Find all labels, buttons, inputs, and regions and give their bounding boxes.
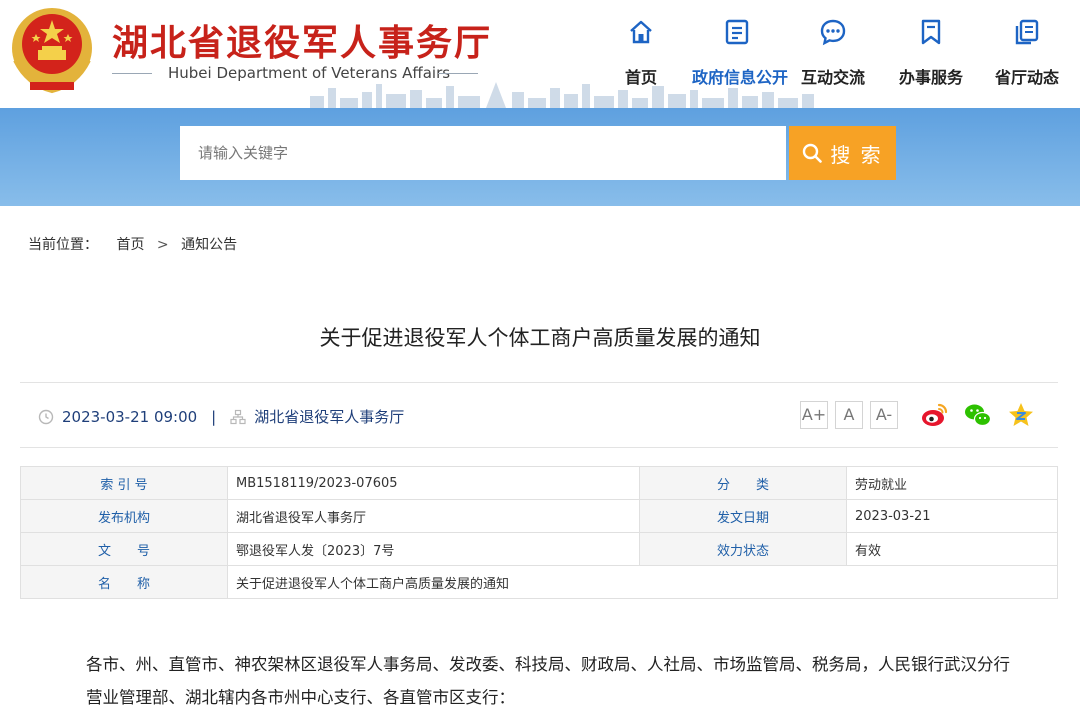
article-title: 关于促进退役军人个体工商户高质量发展的通知 [319,326,761,350]
font-size-default-button[interactable]: A [835,401,863,429]
search-button[interactable]: 搜 索 [789,126,896,180]
favorite-star-icon[interactable] [1006,400,1036,430]
search-band: 搜 索 [0,108,1080,206]
nav-label: 政府信息公开 [692,68,789,87]
breadcrumb-current-link[interactable]: 通知公告 [181,237,237,253]
info-key: 发布机构 [20,499,228,533]
site-header: 湖北省退役军人事务厅 Hubei Department of Veterans … [0,0,1080,108]
search-icon [803,143,823,163]
home-icon [630,20,652,44]
nav-label: 互动交流 [800,68,865,87]
info-value: 关于促进退役军人个体工商户高质量发展的通知 [227,565,1058,599]
org-chart-icon [230,409,246,424]
font-size-increase-button[interactable]: A+ [800,401,828,429]
weibo-icon[interactable] [920,400,950,430]
breadcrumb-home-link[interactable]: 首页 [116,237,144,253]
info-key: 名 称 [20,565,228,599]
nav-label: 办事服务 [898,68,963,87]
info-value: 鄂退役军人发〔2023〕7号 [227,532,640,566]
breadcrumb-separator: > [156,237,169,253]
search-input[interactable] [180,126,786,180]
article-meta-bar: 2023-03-21 09:00 | 湖北省退役军人事务厅 A+ A A- [20,382,1058,448]
info-value: MB1518119/2023-07605 [227,466,640,500]
info-value: 劳动就业 [846,466,1058,500]
breadcrumb-prefix: 当前位置： [28,237,98,253]
nav-label: 首页 [624,68,657,87]
font-size-decrease-button[interactable]: A- [870,401,898,429]
publish-datetime: 2023-03-21 09:00 [62,407,198,426]
table-row: 索 引 号 MB1518119/2023-07605 分 类 劳动就业 [20,466,1058,500]
table-row: 名 称 关于促进退役军人个体工商户高质量发展的通知 [20,565,1058,599]
article-meta: 2023-03-21 09:00 | 湖北省退役军人事务厅 [38,406,404,427]
info-value: 2023-03-21 [846,499,1058,533]
info-key: 分 类 [639,466,847,500]
nav-item-services[interactable]: 办事服务 [886,14,976,90]
article-content: 当前位置： 首页 > 通知公告 关于促进退役军人个体工商户高质量发展的通知 20… [2,206,1078,726]
search-button-label: 搜 索 [830,142,883,167]
chat-bubble-icon [820,19,846,46]
nav-item-home[interactable]: 首页 [596,14,686,90]
nav-item-gov-info[interactable]: 政府信息公开 [692,14,789,90]
nav-label: 省厅动态 [994,68,1059,87]
info-value: 有效 [846,532,1058,566]
info-key: 索 引 号 [20,466,228,500]
meta-divider: | [211,407,217,426]
document-icon [725,19,749,45]
table-row: 文 号 鄂退役军人发〔2023〕7号 效力状态 有效 [20,532,1058,566]
publish-source: 湖北省退役军人事务厅 [254,408,405,426]
table-row: 发布机构 湖北省退役军人事务厅 发文日期 2023-03-21 [20,499,1058,533]
copy-icon [1015,19,1039,45]
article-body-paragraph: 各市、州、直管市、神农架林区退役军人事务局、发改委、科技局、财政局、人社局、市场… [86,655,1010,707]
clock-icon [38,409,54,424]
document-info-table: 索 引 号 MB1518119/2023-07605 分 类 劳动就业 发布机构… [20,466,1058,599]
breadcrumb: 当前位置： 首页 > 通知公告 [28,234,237,254]
main-nav: 首页 政府信息公开 互动交流 办事服务 省厅动态 [0,14,1080,90]
info-key: 效力状态 [639,532,847,566]
nav-item-interaction[interactable]: 互动交流 [788,14,878,90]
bookmark-icon [921,19,941,45]
info-key: 发文日期 [639,499,847,533]
nav-item-dept-news[interactable]: 省厅动态 [982,14,1072,90]
info-value: 湖北省退役军人事务厅 [227,499,640,533]
wechat-icon[interactable] [963,400,993,430]
info-key: 文 号 [20,532,228,566]
